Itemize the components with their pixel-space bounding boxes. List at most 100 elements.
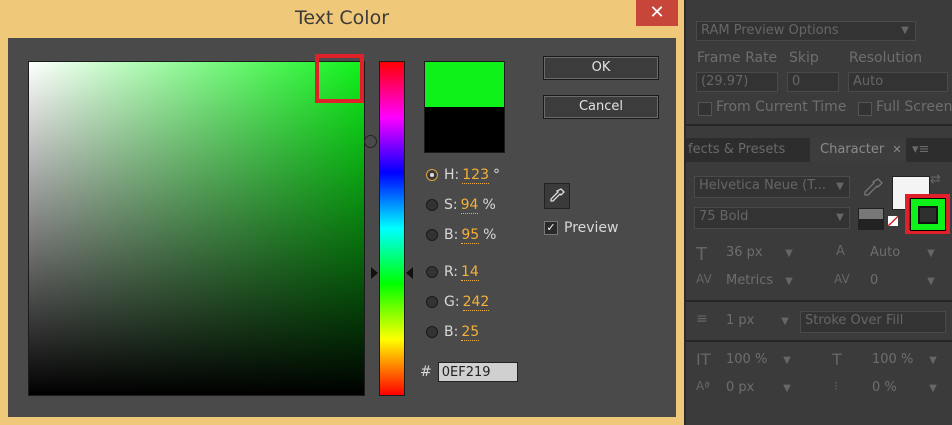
skip-dropdown[interactable]: 0 xyxy=(787,72,839,92)
leading-value[interactable]: Auto xyxy=(870,245,900,260)
hex-label: # xyxy=(420,364,432,380)
tracking-icon: AV xyxy=(834,272,850,286)
full-screen-label: Full Screen xyxy=(876,99,952,115)
green-label: G: xyxy=(444,294,460,310)
red-radio[interactable] xyxy=(426,266,438,278)
dialog-body: H: 123 ° S: 94 % B: 95 % R: 14 G: 242 B:… xyxy=(8,38,676,417)
tab-character-label: Character xyxy=(820,142,885,157)
stroke-type-dropdown[interactable]: Stroke Over Fill xyxy=(800,311,946,333)
character-divider-1 xyxy=(686,300,952,302)
hue-value[interactable]: 123 xyxy=(462,167,489,184)
original-color-swatch[interactable] xyxy=(424,107,505,153)
dialog-titlebar[interactable]: Text Color ✕ xyxy=(0,0,684,38)
cancel-button[interactable]: Cancel xyxy=(543,95,659,119)
saturation-radio[interactable] xyxy=(426,199,438,211)
horizontal-scale-icon: T xyxy=(832,350,842,369)
from-current-time-label: From Current Time xyxy=(716,99,847,115)
from-current-time-checkbox[interactable] xyxy=(698,102,712,116)
character-divider-2 xyxy=(686,340,952,342)
dialog-title: Text Color xyxy=(294,7,390,29)
no-color-icon[interactable] xyxy=(888,216,898,226)
horizontal-scale-value[interactable]: 100 % xyxy=(872,352,913,367)
hex-row: # xyxy=(420,362,518,382)
blue-row[interactable]: B: 25 xyxy=(426,321,483,343)
blue-value[interactable]: 25 xyxy=(461,324,480,341)
text-color-dialog: Text Color ✕ H: 123 ° S: 94 % B: 95 % R:… xyxy=(0,0,684,425)
tab-effects-presets[interactable]: fects & Presets xyxy=(686,138,806,162)
stroke-width-icon: ≡ xyxy=(696,311,708,327)
close-button[interactable]: ✕ xyxy=(636,0,678,26)
baseline-shift-chevron-icon: ▼ xyxy=(783,383,791,394)
brightness-row[interactable]: B: 95 % xyxy=(426,224,496,246)
hue-slider-left-arrow[interactable] xyxy=(371,267,378,279)
frame-rate-dropdown[interactable]: (29.97) xyxy=(696,72,778,92)
vertical-scale-icon: IT xyxy=(696,350,711,369)
font-size-chevron-icon: ▼ xyxy=(785,248,793,259)
swap-colors-icon[interactable]: ⇄ xyxy=(930,172,941,187)
preview-label: Preview xyxy=(564,220,619,236)
hex-input[interactable] xyxy=(437,362,518,382)
red-row[interactable]: R: 14 xyxy=(426,261,483,283)
horizontal-scale-chevron-icon: ▼ xyxy=(929,355,937,366)
hue-row[interactable]: H: 123 ° xyxy=(426,164,500,186)
hue-radio[interactable] xyxy=(426,169,438,181)
tracking-chevron-icon: ▼ xyxy=(927,276,935,287)
preview-checkbox[interactable]: ✓ xyxy=(544,221,558,235)
font-size-value[interactable]: 36 px xyxy=(726,245,763,260)
color-picker-circle[interactable] xyxy=(364,135,377,148)
font-family-dropdown[interactable]: Helvetica Neue (T... xyxy=(694,176,850,198)
saturation-value[interactable]: 94 xyxy=(460,197,479,214)
hue-slider[interactable] xyxy=(379,61,405,396)
saturation-brightness-field[interactable] xyxy=(28,61,377,396)
preview-row[interactable]: ✓ Preview xyxy=(544,220,619,236)
kerning-value[interactable]: Metrics xyxy=(726,273,773,288)
new-color-swatch xyxy=(424,61,505,107)
kerning-chevron-icon: ▼ xyxy=(785,276,793,287)
tab-close-icon[interactable]: ✕ xyxy=(892,143,901,156)
brightness-label: B: xyxy=(444,227,459,243)
black-white-swatch[interactable] xyxy=(858,208,884,230)
kerning-icon: AV xyxy=(696,272,712,286)
baseline-shift-icon: Aª xyxy=(696,379,710,393)
red-label: R: xyxy=(444,264,459,280)
green-value[interactable]: 242 xyxy=(462,294,490,311)
panel-divider xyxy=(686,124,952,126)
eyedropper-button[interactable] xyxy=(544,183,570,209)
tsume-value[interactable]: 0 % xyxy=(872,380,897,395)
panel-menu-icon[interactable]: ▾≡ xyxy=(912,138,948,162)
leading-chevron-icon: ▼ xyxy=(927,248,935,259)
saturation-row[interactable]: S: 94 % xyxy=(426,194,496,216)
tracking-value[interactable]: 0 xyxy=(870,273,878,288)
blue-label: B: xyxy=(444,324,459,340)
font-style-dropdown[interactable]: 75 Bold xyxy=(694,207,850,229)
red-value[interactable]: 14 xyxy=(461,264,479,281)
tab-character[interactable]: Character ✕ xyxy=(810,138,906,162)
font-family-chevron-icon: ▼ xyxy=(836,181,844,192)
ram-preview-dropdown[interactable]: RAM Preview Options xyxy=(696,21,916,41)
baseline-shift-value[interactable]: 0 px xyxy=(726,380,754,395)
vertical-scale-value[interactable]: 100 % xyxy=(726,352,767,367)
eyedropper-icon[interactable] xyxy=(860,176,886,200)
hue-slider-right-arrow[interactable] xyxy=(406,267,413,279)
stroke-color-swatch[interactable] xyxy=(918,206,938,224)
full-screen-checkbox[interactable] xyxy=(858,102,872,116)
brightness-radio[interactable] xyxy=(426,229,438,241)
saturation-unit: % xyxy=(482,197,496,213)
ram-preview-chevron-icon: ▼ xyxy=(901,25,909,36)
stroke-width-value[interactable]: 1 px xyxy=(726,313,754,328)
hue-unit: ° xyxy=(492,167,500,183)
close-icon: ✕ xyxy=(649,2,665,23)
blue-radio[interactable] xyxy=(426,326,438,338)
ok-button[interactable]: OK xyxy=(543,56,659,80)
brightness-unit: % xyxy=(483,227,497,243)
font-style-chevron-icon: ▼ xyxy=(836,212,844,223)
leading-icon: A xyxy=(836,244,845,259)
font-size-icon: T xyxy=(696,244,707,265)
text-fill-color-swatch[interactable] xyxy=(910,198,946,231)
green-row[interactable]: G: 242 xyxy=(426,291,493,313)
resolution-dropdown[interactable]: Auto xyxy=(848,72,948,92)
green-radio[interactable] xyxy=(426,296,438,308)
brightness-value[interactable]: 95 xyxy=(461,227,480,244)
panel-tab-bar: fects & Presets Character ✕ ▾≡ xyxy=(686,138,952,162)
eyedropper-icon xyxy=(550,188,565,202)
